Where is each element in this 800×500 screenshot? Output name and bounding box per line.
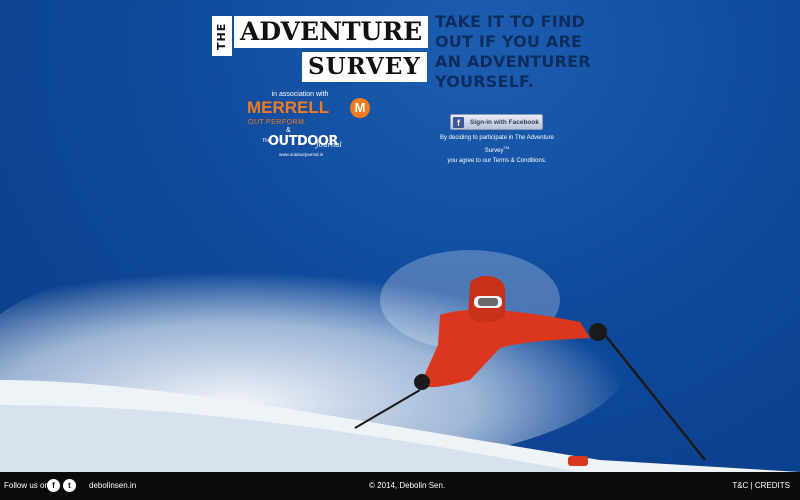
consent-line-1: By deciding to participate in The Advent… xyxy=(440,135,554,154)
logo-trademark: TM xyxy=(382,74,393,81)
headline-line-3: AN ADVENTURER xyxy=(435,52,591,71)
facebook-signin-label: Sign-in with Facebook xyxy=(470,118,539,126)
logo-survey: SURVEY xyxy=(302,52,427,82)
logo-the: THE xyxy=(212,16,232,56)
facebook-signin-button[interactable]: f Sign-in with Facebook xyxy=(450,114,543,130)
outdoor-journal-logo: The OUTDOOR Journal www.outdoorjournal.i… xyxy=(262,134,352,160)
credits-link[interactable]: CREDITS xyxy=(755,481,790,490)
facebook-icon: f xyxy=(453,116,464,128)
headline-line-2: OUT IF YOU ARE xyxy=(435,32,583,51)
consent-text: By deciding to participate in The Advent… xyxy=(430,133,564,166)
association-text: in association with xyxy=(271,91,329,98)
tc-link[interactable]: T&C xyxy=(732,481,748,490)
footer-links: T&C | CREDITS xyxy=(732,481,790,490)
outdoor-url: www.outdoorjournal.in xyxy=(279,152,324,157)
skier-photo xyxy=(0,250,800,472)
merrell-logo: MERRELL M OUT.PERFORM. xyxy=(247,98,377,126)
footer: Follow us on: f t debolinsen.in © 2014, … xyxy=(0,472,800,500)
merrell-m-icon: M xyxy=(350,98,370,118)
consent-line-2[interactable]: you agree to our Terms & Conditions. xyxy=(448,158,547,164)
headline: TAKE IT TO FIND OUT IF YOU ARE AN ADVENT… xyxy=(435,12,595,92)
site-link[interactable]: debolinsen.in xyxy=(89,481,136,490)
outdoor-journal-word: Journal xyxy=(316,141,342,149)
follow-us-label: Follow us on: xyxy=(4,481,52,490)
ampersand: & xyxy=(286,127,291,134)
copyright: © 2014, Debolin Sen. xyxy=(369,481,446,490)
merrell-tagline: OUT.PERFORM. xyxy=(248,119,307,126)
merrell-name: MERRELL xyxy=(247,98,330,117)
adventure-survey-logo: THE ADVENTURE SURVEY TM xyxy=(212,12,429,90)
headline-line-4: YOURSELF. xyxy=(435,72,535,91)
headline-line-1: TAKE IT TO FIND xyxy=(435,12,586,31)
facebook-social-icon[interactable]: f xyxy=(47,479,60,492)
footer-separator: | xyxy=(750,481,753,490)
twitter-social-icon[interactable]: t xyxy=(63,479,76,492)
consent-trademark: TM xyxy=(503,145,510,150)
logo-adventure: ADVENTURE xyxy=(234,16,429,48)
